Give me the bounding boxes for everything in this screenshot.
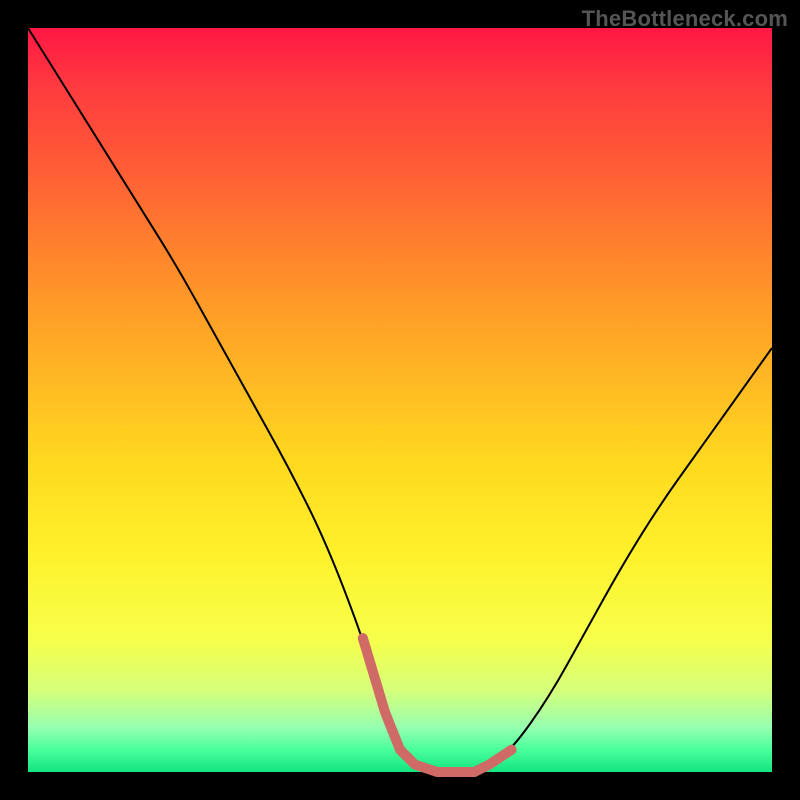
chart-frame: TheBottleneck.com (0, 0, 800, 800)
curve-layer (28, 28, 772, 772)
watermark-text: TheBottleneck.com (582, 6, 788, 32)
bottleneck-curve (28, 28, 772, 772)
plot-area (28, 28, 772, 772)
highlight-segment (363, 638, 512, 772)
